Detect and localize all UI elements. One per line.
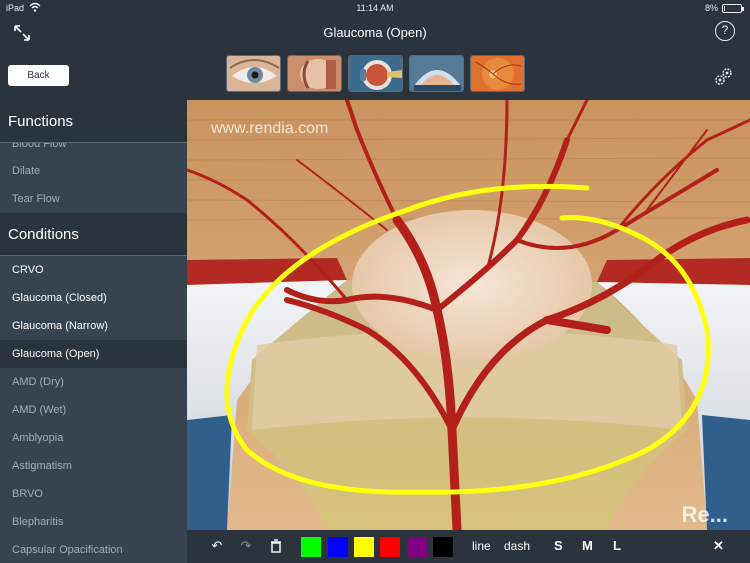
conditions-header: Conditions xyxy=(0,213,187,256)
sidebar-item-amd-dry[interactable]: AMD (Dry) xyxy=(0,368,187,396)
thumbnail-eye-cross-section[interactable] xyxy=(287,55,342,92)
sidebar-item-amd-wet[interactable]: AMD (Wet) xyxy=(0,396,187,424)
color-swatch-purple[interactable] xyxy=(407,537,427,557)
sidebar-item-glaucoma-open[interactable]: Glaucoma (Open) xyxy=(0,340,187,368)
optic-nerve-illustration xyxy=(187,100,750,530)
functions-header: Functions xyxy=(0,100,187,143)
corner-watermark: Re... xyxy=(681,502,728,527)
sidebar-item-glaucoma-closed[interactable]: Glaucoma (Closed) xyxy=(0,284,187,312)
sidebar-item-crvo[interactable]: CRVO xyxy=(0,256,187,284)
undo-icon[interactable]: ↶ xyxy=(209,538,225,554)
line-style-button[interactable]: line xyxy=(472,539,491,553)
thumbnail-retina[interactable] xyxy=(470,55,525,92)
size-large-button[interactable]: L xyxy=(613,538,621,553)
help-button[interactable]: ? xyxy=(715,21,735,41)
close-drawing-button[interactable]: ✕ xyxy=(713,538,724,554)
toolbar: Back xyxy=(0,50,750,100)
color-swatch-red[interactable] xyxy=(380,537,400,557)
drawing-toolbar: ↶ ↷ line dash S M L ✕ xyxy=(187,530,750,563)
redo-icon[interactable]: ↷ xyxy=(238,538,254,554)
sidebar-item-tear-flow[interactable]: Tear Flow xyxy=(0,185,187,213)
trash-icon[interactable] xyxy=(268,538,284,554)
sidebar-item-astigmatism[interactable]: Astigmatism xyxy=(0,452,187,480)
sidebar-item-blepharitis[interactable]: Blepharitis xyxy=(0,508,187,536)
sidebar: Blood Flow Functions Dilate Tear Flow Co… xyxy=(0,100,187,563)
size-medium-button[interactable]: M xyxy=(582,538,593,553)
clock: 11:14 AM xyxy=(356,3,394,13)
thumbnail-eyeball-side[interactable] xyxy=(348,55,403,92)
battery-percent: 8% xyxy=(704,3,718,13)
color-swatch-yellow[interactable] xyxy=(354,537,374,557)
page-title: Glaucoma (Open) xyxy=(323,25,427,40)
battery-icon xyxy=(722,4,744,13)
back-button[interactable]: Back xyxy=(8,65,69,86)
sidebar-item-glaucoma-narrow[interactable]: Glaucoma (Narrow) xyxy=(0,312,187,340)
sidebar-item-brvo[interactable]: BRVO xyxy=(0,480,187,508)
thumbnail-eye-anterior[interactable] xyxy=(409,55,464,92)
dash-style-button[interactable]: dash xyxy=(504,539,530,553)
sidebar-item-dilate[interactable]: Dilate xyxy=(0,157,187,185)
watermark-text: www.rendia.com xyxy=(211,120,329,137)
nav-bar: Glaucoma (Open) ? xyxy=(0,16,750,50)
color-swatch-green[interactable] xyxy=(301,537,321,557)
status-bar: iPad 11:14 AM 8% xyxy=(0,0,750,16)
anatomy-illustration[interactable]: www.rendia.com Re... xyxy=(187,100,750,530)
thumbnail-eye-exterior[interactable] xyxy=(226,55,281,92)
sidebar-item-capsular-opacification[interactable]: Capsular Opacification xyxy=(0,536,187,563)
color-swatch-blue[interactable] xyxy=(328,537,348,557)
color-swatch-black[interactable] xyxy=(433,537,453,557)
sidebar-item-amblyopia[interactable]: Amblyopia xyxy=(0,424,187,452)
gear-icon[interactable] xyxy=(714,66,734,86)
size-small-button[interactable]: S xyxy=(554,538,563,553)
